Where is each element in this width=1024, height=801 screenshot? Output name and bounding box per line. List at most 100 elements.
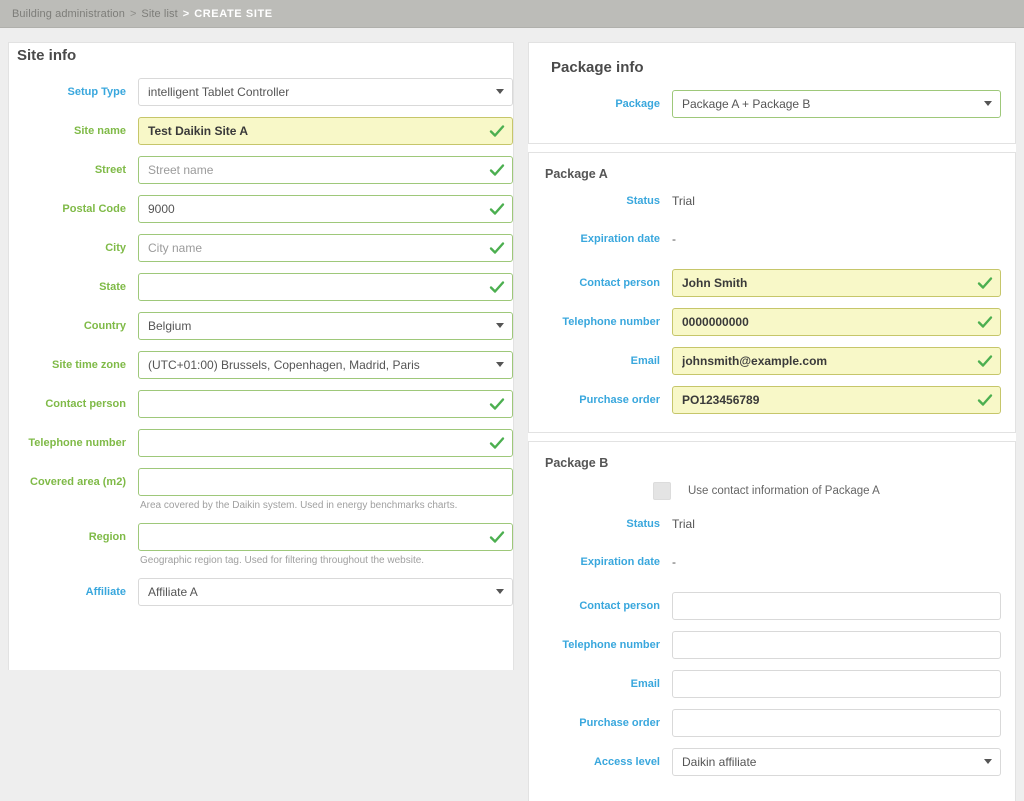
region-helper-text: Geographic region tag. Used for filterin… — [140, 555, 425, 566]
field-row-package-b-telephone-number: Telephone number — [543, 631, 1001, 659]
country-select[interactable] — [138, 312, 513, 340]
package-select[interactable] — [672, 90, 1001, 118]
label-package-b-contact-person: Contact person — [579, 600, 660, 612]
package-b-status-value: Trial — [672, 517, 695, 531]
package-a-title: Package A — [545, 167, 608, 181]
use-contact-info-label: Use contact information of Package A — [688, 485, 880, 497]
field-row-package-a-telephone-number: Telephone number — [543, 308, 1001, 336]
breadcrumb-item-site-list[interactable]: Site list — [141, 8, 177, 20]
package-b-telephone-number-wrap — [672, 631, 1001, 659]
site-info-panel: Site info Setup Type Site name Street — [8, 42, 514, 670]
package-b-telephone-number-input[interactable] — [672, 631, 1001, 659]
package-b-use-contact-row[interactable]: Use contact information of Package A — [543, 482, 1001, 500]
package-info-title: Package info — [551, 59, 644, 76]
label-state: State — [99, 281, 126, 293]
affiliate-select-wrap — [138, 578, 513, 606]
field-row-package-b-purchase-order: Purchase order — [543, 709, 1001, 737]
contact-person-input[interactable] — [138, 390, 513, 418]
label-package-b-purchase-order: Purchase order — [579, 717, 660, 729]
field-row-telephone-number: Telephone number — [9, 429, 513, 457]
field-row-package-a-contact-person: Contact person — [543, 269, 1001, 297]
label-package-a-email: Email — [630, 355, 660, 367]
region-input[interactable] — [138, 523, 513, 551]
telephone-number-input[interactable] — [138, 429, 513, 457]
field-row-affiliate: Affiliate — [9, 578, 513, 606]
package-info-panel: Package info Package — [528, 42, 1016, 144]
label-package-b-access-level: Access level — [593, 756, 660, 768]
label-street: Street — [94, 164, 126, 176]
label-city: City — [105, 242, 126, 254]
label-site-time-zone: Site time zone — [52, 359, 126, 371]
field-row-region: Region Geographic region tag. Used for f… — [9, 523, 513, 567]
package-b-purchase-order-input[interactable] — [672, 709, 1001, 737]
breadcrumb-separator-icon: > — [129, 7, 137, 20]
package-a-telephone-number-input[interactable] — [672, 308, 1001, 336]
label-covered-area: Covered area (m2) — [30, 476, 126, 488]
page-body: Site info Setup Type Site name Street — [0, 28, 1024, 801]
country-select-wrap — [138, 312, 513, 340]
field-row-contact-person: Contact person — [9, 390, 513, 418]
field-row-package-b-email: Email — [543, 670, 1001, 698]
breadcrumb-separator-icon-2: > — [182, 7, 190, 20]
package-a-email-wrap — [672, 347, 1001, 375]
site-time-zone-select-wrap — [138, 351, 513, 379]
field-row-package-b-status: Status Trial — [543, 516, 1001, 532]
field-row-package-b-access-level: Access level — [543, 748, 1001, 776]
street-wrap — [138, 156, 513, 184]
label-affiliate: Affiliate — [85, 586, 126, 598]
package-select-wrap — [672, 90, 1001, 118]
package-b-access-level-select[interactable] — [672, 748, 1001, 776]
package-a-contact-person-wrap — [672, 269, 1001, 297]
covered-area-wrap: Area covered by the Daikin system. Used … — [138, 468, 513, 512]
package-b-email-wrap — [672, 670, 1001, 698]
package-info-column: Package info Package Package A Status Tr… — [528, 42, 1016, 801]
site-info-title: Site info — [17, 47, 77, 64]
affiliate-select[interactable] — [138, 578, 513, 606]
contact-person-wrap — [138, 390, 513, 418]
label-setup-type: Setup Type — [67, 86, 126, 98]
site-name-input[interactable] — [138, 117, 513, 145]
covered-area-input[interactable] — [138, 468, 513, 496]
field-row-package-a-status: Status Trial — [543, 193, 1001, 209]
package-a-purchase-order-wrap — [672, 386, 1001, 414]
postal-code-input[interactable] — [138, 195, 513, 223]
label-contact-person: Contact person — [45, 398, 126, 410]
postal-code-wrap — [138, 195, 513, 223]
label-package-a-status: Status — [626, 195, 660, 207]
package-b-panel: Package B Use contact information of Pac… — [528, 441, 1016, 801]
field-row-package-a-email: Email — [543, 347, 1001, 375]
field-row-covered-area: Covered area (m2) Area covered by the Da… — [9, 468, 513, 512]
breadcrumb-item-building-administration[interactable]: Building administration — [12, 8, 125, 20]
setup-type-select-wrap — [138, 78, 513, 106]
package-a-contact-person-input[interactable] — [672, 269, 1001, 297]
package-a-telephone-number-wrap — [672, 308, 1001, 336]
package-b-contact-person-input[interactable] — [672, 592, 1001, 620]
site-time-zone-select[interactable] — [138, 351, 513, 379]
city-wrap — [138, 234, 513, 262]
package-a-expiration-date-value: - — [672, 232, 676, 246]
package-a-purchase-order-input[interactable] — [672, 386, 1001, 414]
street-input[interactable] — [138, 156, 513, 184]
field-row-package-b-contact-person: Contact person — [543, 592, 1001, 620]
label-package-a-expiration-date: Expiration date — [580, 233, 660, 245]
use-contact-info-checkbox[interactable] — [653, 482, 671, 500]
breadcrumb-current-page: CREATE SITE — [194, 7, 273, 20]
breadcrumb-bar: Building administration > Site list > CR… — [0, 0, 1024, 28]
city-input[interactable] — [138, 234, 513, 262]
label-package-b-expiration-date: Expiration date — [580, 556, 660, 568]
label-region: Region — [88, 531, 126, 543]
setup-type-select[interactable] — [138, 78, 513, 106]
field-row-package-b-expiration-date: Expiration date - — [543, 554, 1001, 570]
field-row-city: City — [9, 234, 513, 262]
region-wrap: Geographic region tag. Used for filterin… — [138, 523, 513, 567]
label-package-a-contact-person: Contact person — [579, 277, 660, 289]
package-b-email-input[interactable] — [672, 670, 1001, 698]
state-input[interactable] — [138, 273, 513, 301]
package-a-email-input[interactable] — [672, 347, 1001, 375]
field-row-site-name: Site name — [9, 117, 513, 145]
field-row-setup-type: Setup Type — [9, 78, 513, 106]
label-package-b-email: Email — [630, 678, 660, 690]
field-row-package-a-purchase-order: Purchase order — [543, 386, 1001, 414]
package-a-panel: Package A Status Trial Expiration date -… — [528, 152, 1016, 433]
label-site-name: Site name — [74, 125, 126, 137]
